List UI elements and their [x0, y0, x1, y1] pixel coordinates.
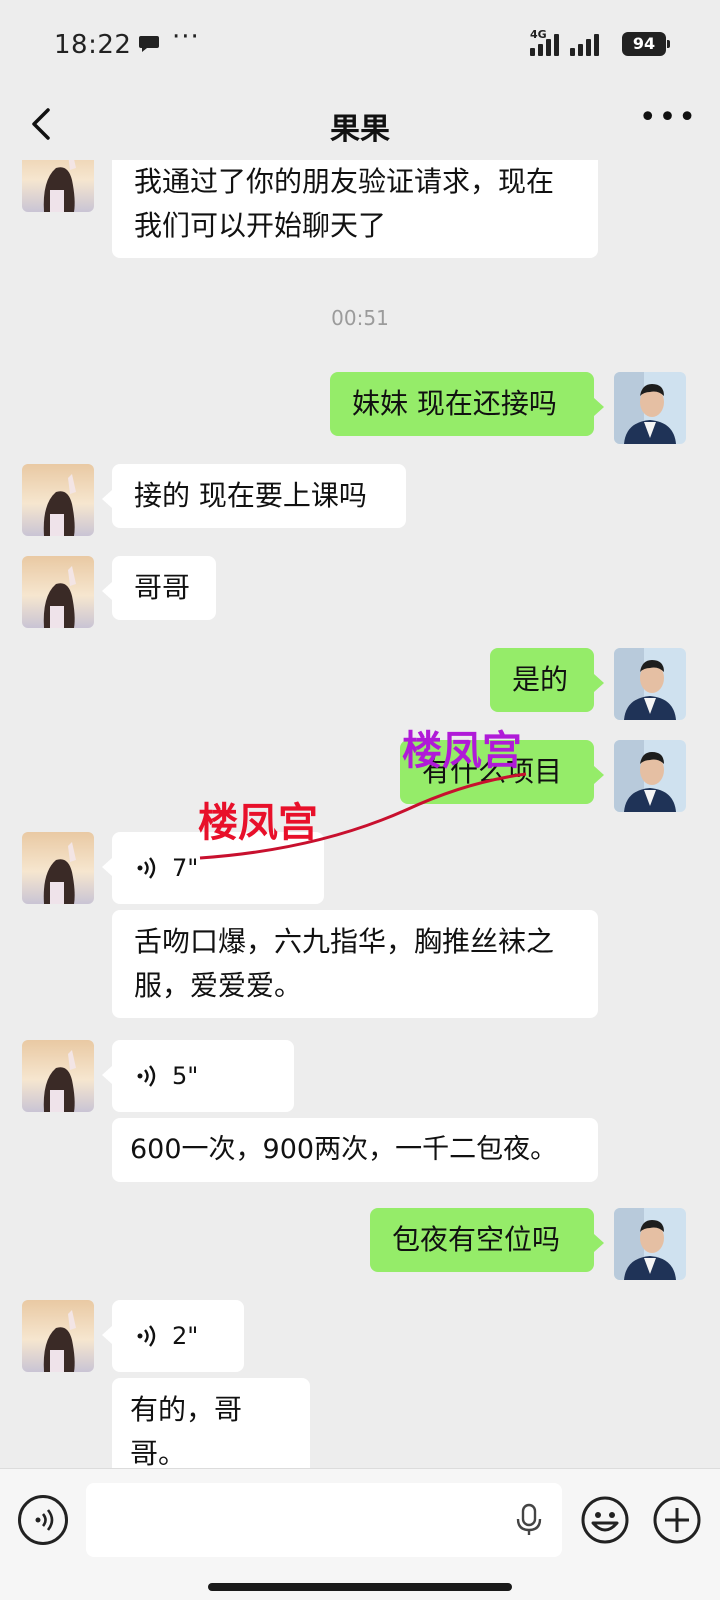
chat-header: 果果 ••• — [0, 90, 720, 160]
status-time: 18:22 — [54, 30, 132, 60]
my-avatar[interactable] — [614, 1208, 686, 1280]
chat-timestamp: 00:51 — [331, 306, 389, 330]
voice-duration: 2" — [172, 1322, 199, 1350]
voice-wave-icon — [137, 857, 156, 879]
message-input[interactable] — [86, 1483, 562, 1557]
my-avatar[interactable] — [614, 740, 686, 812]
home-indicator[interactable] — [208, 1583, 512, 1591]
watermark-text: 楼凤宫 — [402, 728, 522, 774]
voice-duration: 5" — [172, 1062, 199, 1090]
signal-icon-1 — [530, 34, 559, 56]
voice-duration: 7" — [172, 854, 199, 882]
signal-icon-2 — [570, 34, 599, 56]
emoji-icon[interactable] — [580, 1495, 630, 1545]
contact-avatar[interactable] — [22, 832, 94, 904]
message-list[interactable]: 我通过了你的朋友验证请求，现在我们可以开始聊天了 00:51 妹妹 现在还接吗 … — [0, 160, 720, 1468]
watermark-text: 楼凤宫 — [198, 800, 318, 846]
status-bar: 18:22 ··· 4G 94 — [0, 0, 720, 90]
contact-avatar[interactable] — [22, 160, 94, 212]
voice-wave-icon — [137, 1065, 156, 1087]
more-options-icon[interactable]: ••• — [639, 100, 698, 135]
voice-message-bubble[interactable]: 5" — [102, 1040, 294, 1112]
message-bubble-received[interactable]: 我通过了你的朋友验证请求，现在我们可以开始聊天了 — [112, 160, 598, 258]
more-notifications-icon: ··· — [172, 22, 200, 52]
my-avatar[interactable] — [614, 648, 686, 720]
notification-chat-icon — [139, 36, 159, 52]
message-bubble-received[interactable]: 接的 现在要上课吗 — [102, 464, 406, 528]
message-bubble-received[interactable]: 舌吻口爆，六九指华，胸推丝袜之服，爱爱爱。 — [112, 910, 598, 1018]
input-bar — [0, 1468, 720, 1600]
message-bubble-sent[interactable]: 包夜有空位吗 — [370, 1208, 604, 1272]
chat-title: 果果 — [330, 112, 390, 147]
voice-mode-icon[interactable] — [18, 1495, 68, 1545]
message-bubble-sent[interactable]: 妹妹 现在还接吗 — [330, 372, 604, 436]
message-bubble-sent[interactable]: 是的 — [490, 648, 604, 712]
contact-avatar[interactable] — [22, 1300, 94, 1372]
microphone-icon[interactable] — [514, 1503, 544, 1537]
battery-icon: 94 — [622, 32, 670, 56]
my-avatar[interactable] — [614, 372, 686, 444]
plus-icon[interactable] — [652, 1495, 702, 1545]
voice-wave-icon — [137, 1325, 156, 1347]
message-bubble-received[interactable]: 600一次，900两次，一千二包夜。 — [112, 1118, 598, 1182]
message-bubble-received[interactable]: 有的，哥哥。 — [112, 1378, 310, 1468]
message-bubble-received[interactable]: 哥哥 — [102, 556, 216, 620]
contact-avatar[interactable] — [22, 1040, 94, 1112]
voice-message-bubble[interactable]: 2" — [102, 1300, 244, 1372]
contact-avatar[interactable] — [22, 464, 94, 536]
contact-avatar[interactable] — [22, 556, 94, 628]
